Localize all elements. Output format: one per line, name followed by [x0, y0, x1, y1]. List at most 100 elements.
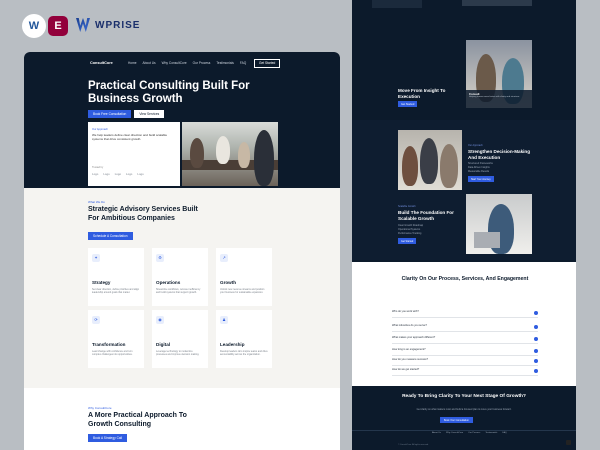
- service-desc: Develop leaders who inspire teams and dr…: [220, 350, 268, 357]
- book-strategy-call-button[interactable]: Book A Strategy Call: [88, 434, 128, 442]
- leadership-icon: ♟: [220, 316, 228, 324]
- decision-title: Strengthen Decision-Making And Execution: [468, 149, 531, 160]
- get-started-button-3[interactable]: Get Started: [398, 238, 417, 244]
- nav-item-testimonials[interactable]: Testimonials: [216, 61, 234, 65]
- footer-link[interactable]: FAQ: [502, 432, 506, 434]
- plus-icon: [534, 325, 538, 329]
- start-journey-button[interactable]: Start Your Journey: [468, 176, 494, 182]
- service-card-growth[interactable]: ↗ Growth Unlock new revenue streams and …: [216, 248, 272, 306]
- approach-eyebrow: Why ConsultCore: [88, 406, 112, 410]
- plus-icon: [534, 369, 538, 373]
- plus-icon: [534, 359, 538, 363]
- operations-icon: ⚙: [156, 254, 164, 262]
- schedule-consultation-button[interactable]: Schedule A Consultation: [88, 232, 133, 240]
- laptop-shape: [474, 232, 500, 248]
- execution-title: Move From Insight To Execution: [398, 88, 446, 99]
- service-title: Growth: [220, 280, 237, 285]
- client-logo: Logo: [92, 173, 99, 176]
- faq-question: How do we get started?: [392, 368, 420, 371]
- wprise-logo: WPRISE: [76, 18, 140, 32]
- client-logo: Logo: [103, 173, 110, 176]
- faq-question: Who do you work with?: [392, 310, 419, 313]
- footer-link[interactable]: About Us: [432, 432, 441, 434]
- nav-item-home[interactable]: Home: [128, 61, 137, 65]
- faq-item[interactable]: Who do you work with?: [392, 310, 538, 318]
- growth-icon: ↗: [220, 254, 228, 262]
- client-logos: Logo Logo Logo Logo Logo: [92, 173, 144, 176]
- service-title: Strategy: [92, 280, 111, 285]
- nav-item-about[interactable]: About Us: [143, 61, 156, 65]
- decision-point: Measurable Results: [468, 170, 490, 173]
- approach-title: A More Practical Approach To Growth Cons…: [88, 412, 187, 428]
- service-title: Leadership: [220, 342, 245, 347]
- meeting-photo: Consult Helping teams move faster with c…: [466, 40, 532, 108]
- footer-link[interactable]: Why ConsultCore: [446, 432, 463, 434]
- faq-question: How do you measure success?: [392, 358, 429, 361]
- book-consultation-button[interactable]: Book Free Consultation: [88, 110, 132, 118]
- faq-question: What industries do you serve?: [392, 324, 427, 327]
- strategy-icon: ✦: [92, 254, 100, 262]
- faq-title: Clarity On Our Process, Services, And En…: [401, 276, 529, 282]
- team-photo: [398, 130, 462, 190]
- nav-item-faq[interactable]: FAQ: [240, 61, 246, 65]
- hero-info-card: Our Approach We help leaders define clea…: [88, 122, 180, 186]
- trusted-label: Trusted by: [92, 166, 104, 169]
- client-logo: Logo: [137, 173, 144, 176]
- get-started-button[interactable]: Get Started: [254, 58, 281, 68]
- service-desc: Unlock new revenue streams and position …: [220, 288, 265, 295]
- nav-item-process[interactable]: Our Process: [193, 61, 211, 65]
- footer-divider: [352, 430, 576, 431]
- nav-item-why[interactable]: Why ConsultCore: [162, 61, 187, 65]
- service-card-digital[interactable]: ◉ Digital Leverage technology to moderni…: [152, 310, 208, 368]
- footer-links: About Us Why ConsultCore Our Process Tes…: [432, 432, 507, 434]
- services-title: Strategic Advisory Services Built For Am…: [88, 206, 198, 222]
- service-card-strategy[interactable]: ✦ Strategy Set clear direction, define p…: [88, 248, 144, 306]
- scalable-title: Build The Foundation For Scalable Growth: [398, 210, 454, 221]
- hero-section: ConsultCore Home About Us Why ConsultCor…: [24, 52, 340, 188]
- client-logo: Logo: [126, 173, 133, 176]
- footer-link[interactable]: Our Process: [468, 432, 480, 434]
- plus-icon: [534, 337, 538, 341]
- growth-point: Performance Tracking: [398, 232, 422, 235]
- photo-caption-text: Helping teams move faster with clarity a…: [469, 96, 520, 98]
- approach-section: Why ConsultCore A More Practical Approac…: [24, 388, 340, 450]
- wprise-logo-mark: [76, 18, 90, 32]
- faq-question: What makes your approach different?: [392, 336, 436, 339]
- top-nav: ConsultCore Home About Us Why ConsultCor…: [24, 58, 340, 68]
- service-title: Digital: [156, 342, 171, 347]
- faq-question: How long is an engagement?: [392, 348, 426, 351]
- book-consultation-button-2[interactable]: Book Your Consultation: [440, 417, 473, 423]
- service-card-transformation[interactable]: ⟳ Transformation Lead change with confid…: [88, 310, 144, 368]
- faq-item[interactable]: How long is an engagement?: [392, 348, 538, 356]
- hero-title: Practical Consulting Built For Business …: [88, 80, 250, 105]
- digital-icon: ◉: [156, 316, 164, 324]
- elementor-icon: E: [48, 16, 68, 36]
- cta-title: Ready To Bring Clarity To Your Next Stag…: [402, 394, 526, 399]
- get-started-button-2[interactable]: Get Started: [398, 101, 418, 107]
- hero-photo: [182, 122, 278, 186]
- hero-buttons: Book Free Consultation View Services: [88, 110, 165, 118]
- homepage-preview-right: Move From Insight To Execution Get Start…: [352, 0, 576, 450]
- faq-item[interactable]: What makes your approach different?: [392, 336, 538, 344]
- faq-item[interactable]: What industries do you serve?: [392, 324, 538, 332]
- footer-link[interactable]: Testimonials: [485, 432, 497, 434]
- section-strip: [462, 0, 532, 6]
- faq-item[interactable]: How do you measure success?: [392, 358, 538, 366]
- faq-item[interactable]: How do we get started?: [392, 368, 538, 376]
- client-logo: Logo: [114, 173, 122, 176]
- copyright: © ConsultCore. All rights reserved.: [398, 444, 429, 446]
- approach-band: [352, 120, 576, 260]
- nav-menu: Home About Us Why ConsultCore Our Proces…: [128, 61, 246, 65]
- section-strip: [372, 0, 422, 8]
- site-brand[interactable]: ConsultCore: [90, 61, 113, 65]
- approach-eyebrow-2: Our Approach: [468, 144, 483, 147]
- scroll-to-top-button[interactable]: [566, 440, 571, 445]
- wprise-logo-text: WPRISE: [95, 19, 141, 31]
- view-services-button[interactable]: View Services: [134, 110, 165, 118]
- cta-text: Get clarity on what matters most and bui…: [416, 408, 512, 411]
- growth-eyebrow: Scalable Growth: [398, 205, 416, 208]
- transformation-icon: ⟳: [92, 316, 100, 324]
- service-card-leadership[interactable]: ♟ Leadership Develop leaders who inspire…: [216, 310, 272, 368]
- service-card-operations[interactable]: ⚙ Operations Streamline workflows, remov…: [152, 248, 208, 306]
- service-desc: Set clear direction, define priorities a…: [92, 288, 140, 295]
